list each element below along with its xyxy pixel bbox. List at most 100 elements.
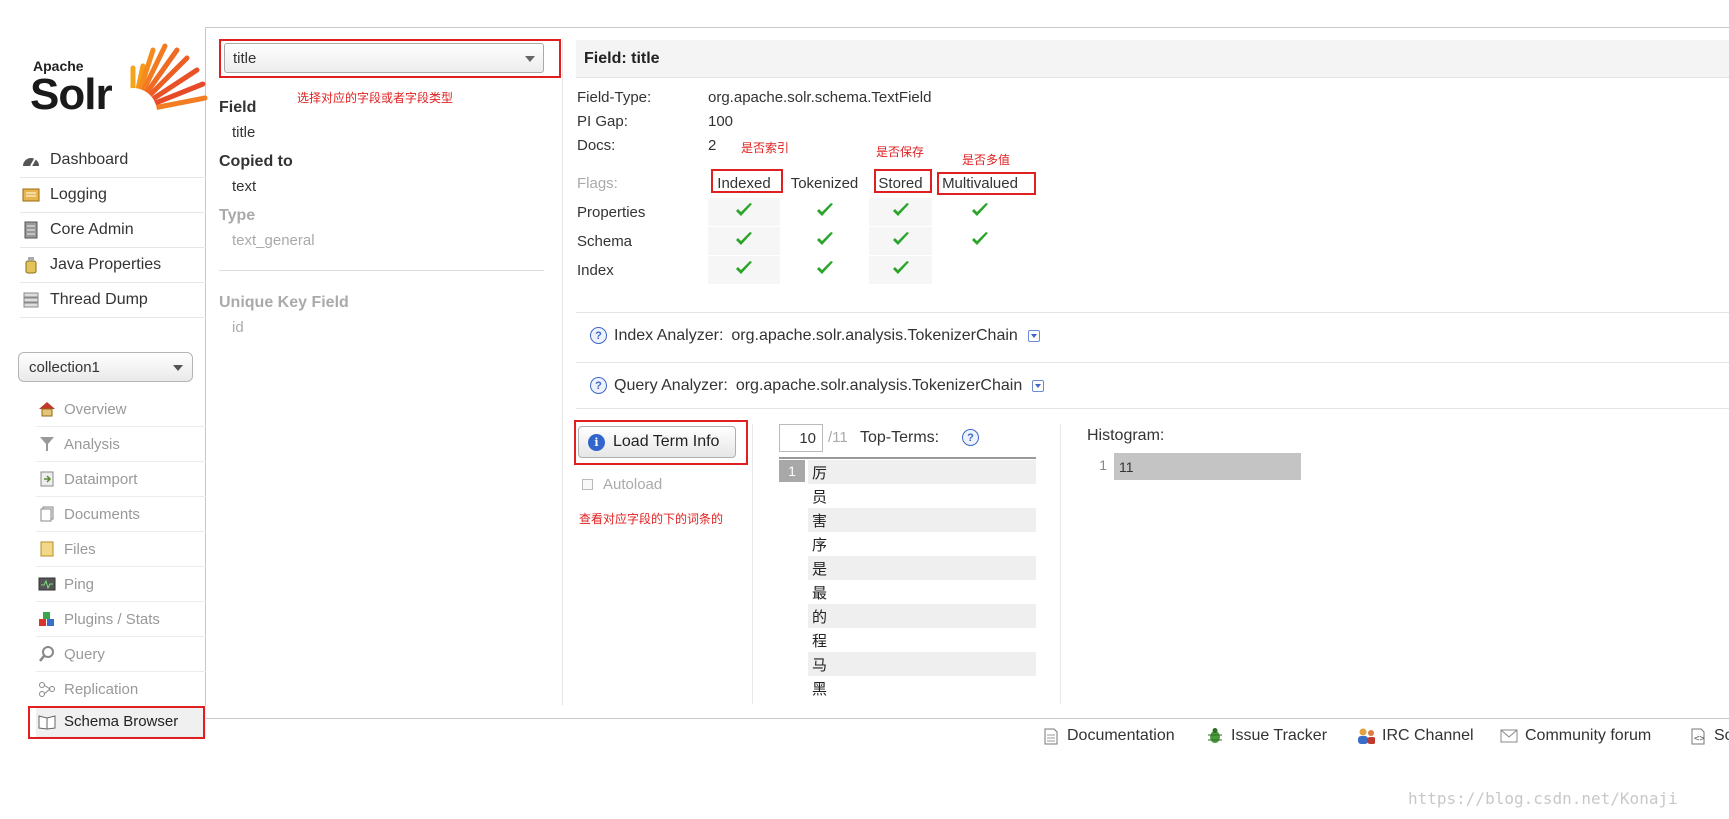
- core-item-label: Ping: [64, 575, 95, 593]
- top-terms-total: /11: [828, 429, 848, 446]
- core-item-label: Replication: [64, 680, 139, 698]
- unique-key-value[interactable]: id: [232, 319, 244, 336]
- ping-icon: [36, 575, 58, 593]
- checkmark-icon: [735, 260, 753, 280]
- help-icon[interactable]: ?: [590, 327, 607, 344]
- top-term-item[interactable]: 厉: [808, 460, 1036, 484]
- footer-link-irc-channel[interactable]: IRC Channel: [1357, 726, 1474, 746]
- help-icon[interactable]: ?: [962, 429, 979, 446]
- footer-divider: [205, 718, 1729, 719]
- core-item-documents[interactable]: Documents: [36, 497, 206, 532]
- top-term-item[interactable]: 的: [808, 604, 1036, 628]
- annotation-is-multivalued: 是否多值: [962, 153, 1011, 167]
- checkmark-icon: [816, 231, 834, 251]
- core-item-analysis[interactable]: Analysis: [36, 427, 206, 462]
- core-item-label: Dataimport: [64, 470, 138, 488]
- files-icon: [36, 540, 58, 558]
- field-divider: [219, 270, 544, 271]
- core-item-label: Overview: [64, 400, 127, 418]
- query-icon: [36, 645, 58, 663]
- top-term-item[interactable]: 黑: [808, 676, 1036, 700]
- docs-label: Docs:: [577, 137, 616, 154]
- top-term-label: 害: [812, 511, 828, 530]
- page-title: Field: title: [584, 49, 660, 67]
- top-term-item[interactable]: 最: [808, 580, 1036, 604]
- query-analyzer-row[interactable]: ? Query Analyzer: org.apache.solr.analys…: [576, 362, 1729, 408]
- checkmark-icon: [971, 202, 989, 222]
- top-term-item[interactable]: 马: [808, 652, 1036, 676]
- flag-cell: [780, 198, 869, 226]
- top-term-label: 是: [812, 559, 828, 578]
- solr-logo[interactable]: Apache Solr: [30, 38, 208, 119]
- top-term-item[interactable]: 序: [808, 532, 1036, 556]
- terms-column-divider: [752, 424, 753, 704]
- annotation-is-stored: 是否保存: [876, 145, 925, 159]
- top-term-item[interactable]: 员: [808, 484, 1036, 508]
- core-item-files[interactable]: Files: [36, 532, 206, 567]
- annotation-box-indexed: [711, 169, 783, 193]
- top-term-label: 最: [812, 583, 828, 602]
- core-item-replication[interactable]: Replication: [36, 672, 206, 707]
- checkmark-icon: [816, 260, 834, 280]
- type-label: Type: [219, 207, 256, 224]
- core-item-ping[interactable]: Ping: [36, 567, 206, 602]
- footer-link-issue-tracker[interactable]: Issue Tracker: [1206, 726, 1327, 746]
- nav-item-dashboard[interactable]: Dashboard: [20, 142, 206, 178]
- query-analyzer-value: org.apache.solr.analysis.TokenizerChain: [735, 376, 1023, 394]
- annotation-box-multivalued: [937, 172, 1036, 195]
- top-term-item[interactable]: 程: [808, 628, 1036, 652]
- flag-cell: [932, 227, 1028, 255]
- histogram-column-divider: [1060, 424, 1061, 704]
- terms-divider: [576, 408, 1729, 409]
- help-icon[interactable]: ?: [590, 377, 607, 394]
- top-term-item[interactable]: 是: [808, 556, 1036, 580]
- top-terms-count-input[interactable]: 10: [779, 424, 823, 452]
- core-item-query[interactable]: Query: [36, 637, 206, 672]
- autoload-checkbox[interactable]: [582, 479, 593, 490]
- dataimport-icon: [36, 470, 58, 488]
- flag-cell: [932, 198, 1028, 226]
- svg-text:<>: <>: [1694, 734, 1705, 744]
- pi-gap-value: 100: [708, 113, 734, 130]
- expand-icon[interactable]: [1027, 329, 1040, 342]
- nav-item-core-admin[interactable]: Core Admin: [20, 212, 206, 248]
- histogram-label: Histogram:: [1087, 427, 1165, 444]
- core-item-label: Plugins / Stats: [64, 610, 160, 628]
- flag-cell: [708, 227, 780, 255]
- checkmark-icon: [971, 231, 989, 251]
- top-term-label: 马: [812, 655, 828, 674]
- flag-row-schema-label: Schema: [577, 233, 633, 250]
- footer-link-label: Community forum: [1525, 727, 1652, 744]
- index-analyzer-row[interactable]: ? Index Analyzer: org.apache.solr.analys…: [576, 312, 1729, 358]
- chevron-down-icon: [173, 365, 183, 371]
- copied-to-value[interactable]: text: [232, 178, 256, 195]
- expand-icon[interactable]: [1032, 379, 1045, 392]
- nav-item-logging[interactable]: Logging: [20, 177, 206, 213]
- core-admin-icon: [20, 221, 42, 239]
- query-analyzer-label: Query Analyzer:: [614, 376, 728, 394]
- issue-tracker-icon: [1206, 727, 1224, 745]
- nav-item-java-properties[interactable]: Java Properties: [20, 247, 206, 283]
- core-selector[interactable]: collection1: [18, 352, 193, 382]
- core-item-dataimport[interactable]: Dataimport: [36, 462, 206, 497]
- footer-link-solr-query-syntax[interactable]: <> So: [1689, 726, 1729, 746]
- flag-cell: [708, 198, 780, 226]
- annotation-is-indexed: 是否索引: [741, 141, 790, 155]
- docs-value: 2: [708, 137, 717, 154]
- column-divider: [562, 40, 563, 705]
- top-term-item[interactable]: 害: [808, 508, 1036, 532]
- autoload-toggle[interactable]: Autoload: [582, 476, 662, 493]
- footer-link-documentation[interactable]: Documentation: [1042, 726, 1175, 746]
- core-item-label: Files: [64, 540, 96, 558]
- annotation-box-field-selector: [219, 39, 561, 78]
- terms-header-rule: [779, 457, 1036, 459]
- footer-link-community-forum[interactable]: Community forum: [1500, 726, 1651, 746]
- nav-item-thread-dump[interactable]: Thread Dump: [20, 282, 206, 318]
- top-term-label: 员: [812, 487, 828, 506]
- type-value[interactable]: text_general: [232, 232, 315, 249]
- core-item-overview[interactable]: Overview: [36, 392, 206, 427]
- flag-header-tokenized: Tokenized: [790, 174, 859, 192]
- flag-row-index-label: Index: [577, 262, 614, 279]
- annotation-view-terms: 查看对应字段的下的词条的: [579, 512, 724, 526]
- core-item-plugins-stats[interactable]: Plugins / Stats: [36, 602, 206, 637]
